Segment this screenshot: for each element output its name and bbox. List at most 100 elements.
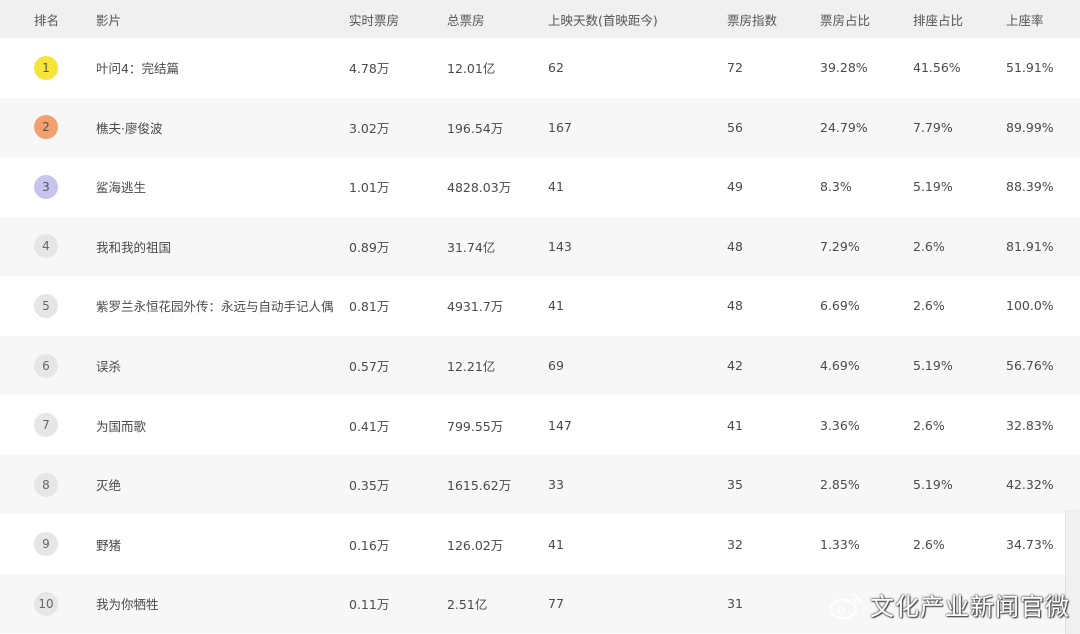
film-cell[interactable]: 樵夫·廖俊波 [96, 98, 162, 157]
rank-cell: 4 [34, 217, 58, 276]
occupancy-cell: 32.83% [1006, 417, 1054, 433]
total-cell: 4828.03万 [447, 180, 512, 196]
realtime-cell: 0.89万 [349, 239, 390, 255]
table-row[interactable]: 5 紫罗兰永恒花园外传：永远与自动手记人偶 0.81万 4931.7万 41 48 6.69… [0, 276, 1080, 335]
occupancy-cell: 100.0% [1006, 298, 1054, 314]
seat-cell: 7.79% [913, 119, 953, 135]
seat-cell: 2.6% [913, 238, 945, 254]
rank-badge: 4 [34, 234, 58, 259]
table-row[interactable]: 7 为国而歌 0.41万 799.55万 147 41 3.36% 2.6% 32.83% [0, 396, 1080, 455]
occupancy-cell: 89.99% [1006, 119, 1054, 135]
ratio-cell: 6.69% [820, 298, 860, 314]
header-occupancy[interactable]: 上座率 [1006, 0, 1044, 38]
days-cell: 69 [548, 358, 564, 373]
occupancy-cell: 81.91% [1006, 238, 1054, 254]
total-cell: 12.01亿 [447, 61, 496, 76]
realtime-cell: 0.35万 [349, 478, 390, 494]
film-cell[interactable]: 我为你牺牲 [96, 574, 159, 633]
realtime-cell: 3.02万 [349, 120, 390, 136]
rank-cell: 9 [34, 515, 58, 574]
ratio-cell: 1.33% [820, 536, 860, 552]
realtime-cell: 0.81万 [349, 299, 390, 315]
film-cell[interactable]: 我和我的祖国 [96, 217, 171, 276]
box-office-table: 排名 影片 实时票房 总票房 上映天数(首映距今) 票房指数 票房占比 排座占比… [0, 0, 1080, 634]
total-cell: 126.02万 [447, 537, 504, 553]
film-cell[interactable]: 鲨海逃生 [96, 157, 146, 216]
header-seat[interactable]: 排座占比 [913, 0, 963, 38]
seat-cell: 2.6% [913, 417, 945, 433]
seat-cell: 2.6% [913, 536, 945, 552]
ratio-cell: 8.3% [820, 179, 852, 195]
header-rank[interactable]: 排名 [34, 0, 59, 38]
film-cell[interactable]: 误杀 [96, 336, 121, 395]
index-cell: 48 [727, 298, 743, 314]
occupancy-cell: 42.32% [1006, 477, 1054, 493]
table-row[interactable]: 4 我和我的祖国 0.89万 31.74亿 143 48 7.29% 2.6% 81.91% [0, 216, 1080, 276]
days-cell: 41 [548, 298, 564, 314]
index-cell: 49 [727, 179, 743, 195]
rank-cell: 8 [34, 455, 58, 514]
table-row[interactable]: 1 叶问4：完结篇 4.78万 12.01亿 62 72 39.28% 41.56% 51.91… [0, 38, 1080, 97]
seat-cell: 2.6% [913, 298, 945, 314]
days-cell: 167 [548, 119, 572, 135]
index-cell: 72 [727, 60, 743, 75]
header-realtime[interactable]: 实时票房 [349, 0, 399, 38]
index-cell: 41 [727, 417, 743, 433]
rank-cell: 6 [34, 336, 58, 395]
table-row[interactable]: 8 灭绝 0.35万 1615.62万 33 35 2.85% 5.19% 42.32% [0, 455, 1080, 515]
header-ratio[interactable]: 票房占比 [820, 0, 870, 38]
seat-cell: 41.56% [913, 60, 961, 75]
rank-badge: 3 [34, 174, 58, 199]
total-cell: 1615.62万 [447, 478, 512, 494]
header-total[interactable]: 总票房 [447, 0, 485, 38]
ratio-cell: 3.36% [820, 417, 860, 433]
rank-badge: 7 [34, 413, 58, 438]
rank-cell: 3 [34, 157, 58, 216]
total-cell: 12.21亿 [447, 359, 496, 374]
realtime-cell: 0.41万 [349, 418, 390, 434]
ratio-cell: 7.29% [820, 238, 860, 254]
seat-cell: 5.19% [913, 477, 953, 493]
realtime-cell: 0.57万 [349, 359, 390, 374]
total-cell: 2.51亿 [447, 597, 488, 613]
table-row[interactable]: 2 樵夫·廖俊波 3.02万 196.54万 167 56 24.79% 7.79% 89.99… [0, 97, 1080, 157]
index-cell: 48 [727, 238, 743, 254]
ratio-cell: 2.85% [820, 477, 860, 493]
table-row[interactable]: 3 鲨海逃生 1.01万 4828.03万 41 49 8.3% 5.19% 88.39% [0, 157, 1080, 216]
total-cell: 4931.7万 [447, 299, 504, 315]
weibo-icon [829, 593, 861, 619]
occupancy-cell: 88.39% [1006, 179, 1054, 195]
table-header: 排名 影片 实时票房 总票房 上映天数(首映距今) 票房指数 票房占比 排座占比… [0, 0, 1080, 38]
table-row[interactable]: 9 野猪 0.16万 126.02万 41 32 1.33% 2.6% 34.73% [0, 515, 1080, 574]
rank-badge: 5 [34, 293, 58, 318]
header-film[interactable]: 影片 [96, 0, 121, 38]
days-cell: 41 [548, 536, 564, 552]
table-row[interactable]: 6 误杀 0.57万 12.21亿 69 42 4.69% 5.19% 56.76% [0, 336, 1080, 395]
film-cell[interactable]: 叶问4：完结篇 [96, 38, 179, 97]
index-cell: 42 [727, 358, 743, 373]
film-cell[interactable]: 野猪 [96, 515, 121, 574]
rank-cell: 5 [34, 276, 58, 335]
realtime-cell: 4.78万 [349, 61, 390, 76]
rank-cell: 1 [34, 38, 58, 97]
rank-cell: 10 [34, 574, 58, 633]
index-cell: 31 [727, 596, 743, 612]
header-days[interactable]: 上映天数(首映距今) [548, 0, 658, 38]
seat-cell: 5.19% [913, 358, 953, 373]
rank-badge: 10 [34, 591, 58, 616]
occupancy-cell: 56.76% [1006, 358, 1054, 373]
ratio-cell: 4.69% [820, 358, 860, 373]
film-cell[interactable]: 为国而歌 [96, 396, 146, 455]
rank-cell: 7 [34, 396, 58, 455]
ratio-cell: 39.28% [820, 60, 868, 75]
watermark-text: 文化产业新闻官微 [870, 593, 1070, 621]
occupancy-cell: 34.73% [1006, 536, 1054, 552]
film-cell[interactable]: 紫罗兰永恒花园外传：永远与自动手记人偶 [96, 276, 334, 335]
index-cell: 32 [727, 536, 743, 552]
header-index[interactable]: 票房指数 [727, 0, 777, 38]
film-cell[interactable]: 灭绝 [96, 455, 121, 514]
occupancy-cell: 51.91% [1006, 60, 1054, 75]
ratio-cell: 24.79% [820, 119, 868, 135]
total-cell: 799.55万 [447, 418, 504, 434]
rank-badge: 2 [34, 115, 58, 140]
